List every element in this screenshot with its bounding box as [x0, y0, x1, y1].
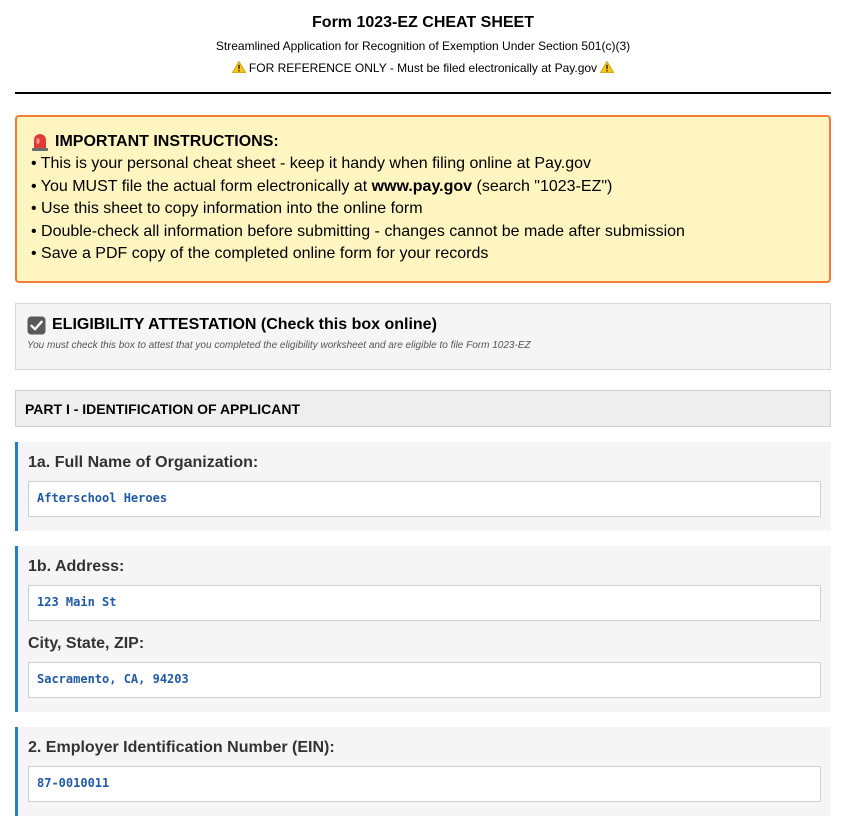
instruction-item: • Use this sheet to copy information int… [31, 200, 423, 218]
warning-icon [600, 60, 615, 73]
city-state-zip-label: City, State, ZIP: [28, 635, 145, 652]
eligibility-note: You must check this box to attest that y… [27, 340, 531, 351]
paygov-link-text: www.pay.gov [371, 177, 473, 195]
instruction-text: • You MUST file the actual form electron… [31, 177, 372, 195]
reference-notice-text: FOR REFERENCE ONLY - Must be filed elect… [245, 61, 601, 75]
eligibility-attestation-box: ELIGIBILITY ATTESTATION (Check this box … [15, 303, 831, 370]
page-title: Form 1023-EZ CHEAT SHEET [312, 14, 534, 31]
address-label: 1b. Address: [28, 558, 125, 575]
ein-field: 2. Employer Identification Number (EIN):… [15, 727, 831, 816]
instruction-item: • This is your personal cheat sheet - ke… [31, 155, 591, 172]
instruction-item: • Save a PDF copy of the completed onlin… [31, 245, 489, 263]
document-header: Form 1023-EZ CHEAT SHEET Streamlined App… [15, 14, 831, 94]
ein-label: 2. Employer Identification Number (EIN): [28, 739, 335, 756]
ein-value: 87-0010011 [28, 766, 821, 802]
part-1-heading: PART I - IDENTIFICATION OF APPLICANT [15, 390, 831, 427]
org-name-field: 1a. Full Name of Organization: Afterscho… [15, 442, 831, 531]
checkbox-checked-icon [27, 316, 46, 334]
address-field: 1b. Address: 123 Main St City, State, ZI… [15, 546, 831, 712]
reference-notice: FOR REFERENCE ONLY - Must be filed elect… [15, 60, 831, 75]
org-name-label: 1a. Full Name of Organization: [28, 454, 259, 471]
header-divider [15, 92, 831, 94]
warning-icon [231, 60, 246, 73]
address-value: 123 Main St [28, 585, 821, 621]
city-state-zip-value: Sacramento, CA, 94203 [28, 662, 821, 698]
eligibility-heading: ELIGIBILITY ATTESTATION (Check this box … [27, 315, 830, 335]
org-name-value: Afterschool Heroes [28, 481, 821, 517]
eligibility-title: ELIGIBILITY ATTESTATION (Check this box … [52, 316, 437, 333]
instruction-text: (search "1023-EZ") [472, 177, 613, 195]
cheat-sheet-page: Form 1023-EZ CHEAT SHEET Streamlined App… [15, 0, 831, 816]
instruction-item: • Double-check all information before su… [31, 222, 685, 240]
important-instructions-box: IMPORTANT INSTRUCTIONS: • This is your p… [15, 115, 831, 283]
instruction-item: • You MUST file the actual form electron… [31, 176, 829, 199]
instructions-title: IMPORTANT INSTRUCTIONS: [55, 133, 279, 150]
page-subtitle: Streamlined Application for Recognition … [215, 39, 631, 53]
instructions-heading: IMPORTANT INSTRUCTIONS: [31, 131, 829, 153]
siren-icon [32, 134, 48, 151]
instructions-list: • This is your personal cheat sheet - ke… [31, 153, 829, 266]
